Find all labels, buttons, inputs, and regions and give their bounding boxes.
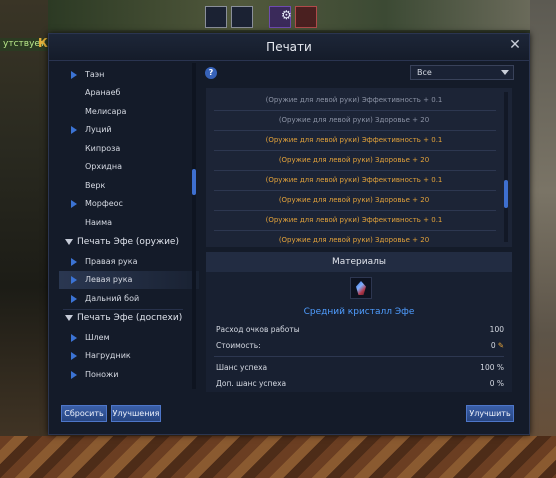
success-row: Шанс успеха 100 % — [216, 361, 504, 375]
triangle-bullet-icon — [71, 295, 77, 303]
list-item-label: Таэн — [85, 70, 105, 79]
filter-dropdown[interactable]: Все — [410, 65, 514, 80]
list-item-label: Верк — [85, 181, 106, 190]
list-item-label: Орхидна — [85, 162, 122, 171]
improve-button[interactable]: Улучшить — [466, 405, 514, 422]
effect-text: (Оружие для левой руки) Эффективность + … — [265, 96, 443, 104]
list-item-legs[interactable]: Поножи — [59, 366, 199, 384]
list-item-label: Мелисара — [85, 107, 127, 116]
cost-value-wrap: 0 ✎ — [491, 339, 504, 353]
cost-value: 0 — [490, 341, 496, 350]
effect-text: (Оружие для левой руки) Здоровье + 20 — [278, 236, 430, 244]
hotbar-slot-icon[interactable] — [231, 6, 253, 28]
list-item-label: Аранаеб — [85, 88, 121, 97]
chevron-down-icon — [501, 70, 509, 75]
side-letter: К — [38, 36, 48, 50]
category-armor-seal[interactable]: Печать Эфе (доспехи) — [59, 309, 199, 328]
list-item-chest[interactable]: Нагрудник — [59, 347, 199, 365]
effects-scrollbar-thumb[interactable] — [504, 180, 508, 208]
list-scrollbar[interactable] — [192, 63, 196, 389]
effect-text: (Оружие для левой руки) Эффективность + … — [265, 136, 443, 144]
work-points-row: Расход очков работы 100 — [216, 323, 504, 337]
triangle-bullet-icon — [71, 126, 77, 134]
triangle-bullet-icon — [71, 258, 77, 266]
effect-row: (Оружие для левой руки) Эффективность + … — [206, 210, 502, 230]
list-item-label: Нагрудник — [85, 351, 131, 360]
seal-list: Таэн Аранаеб Мелисара Луций Кипроза Орхи… — [59, 63, 199, 393]
list-item-label: Луций — [85, 125, 112, 134]
category-weapon-seal[interactable]: Печать Эфе (оружие) — [59, 233, 199, 252]
list-item-label: Левая рука — [85, 275, 133, 284]
work-points-value: 100 — [489, 325, 504, 334]
list-scrollbar-thumb[interactable] — [192, 169, 196, 195]
effect-row: (Оружие для левой руки) Здоровье + 20 — [206, 190, 502, 210]
effect-row: (Оружие для левой руки) Эффективность + … — [206, 130, 502, 150]
divider — [214, 356, 504, 357]
triangle-bullet-icon — [71, 200, 77, 208]
effect-row: (Оружие для левой руки) Здоровье + 20 — [206, 230, 502, 247]
effect-text: (Оружие для левой руки) Здоровье + 20 — [278, 116, 430, 124]
triangle-bullet-icon — [71, 334, 77, 342]
materials-panel: Материалы Средний кристалл Эфе Расход оч… — [206, 252, 512, 392]
seals-window: Печати ✕ Таэн Аранаеб Мелисара Луций Кип… — [48, 33, 530, 435]
category-label: Печать Эфе (доспехи) — [77, 313, 183, 323]
effect-text: (Оружие для левой руки) Здоровье + 20 — [278, 196, 430, 204]
triangle-bullet-icon — [71, 352, 77, 360]
game-background-left — [0, 0, 48, 478]
effect-text: (Оружие для левой руки) Здоровье + 20 — [278, 156, 430, 164]
bonus-row: Доп. шанс успеха 0 % — [216, 377, 504, 391]
effect-text: (Оружие для левой руки) Эффективность + … — [265, 216, 443, 224]
window-title: Печати — [49, 34, 529, 61]
list-item-label: Нaима — [85, 218, 113, 227]
chevron-down-icon — [65, 239, 73, 245]
effect-row: (Оружие для левой руки) Здоровье + 20 — [206, 150, 502, 170]
list-item-left-hand-selected[interactable]: Левая рука — [59, 271, 199, 289]
materials-header: Материалы — [206, 252, 512, 272]
triangle-bullet-icon — [71, 71, 77, 79]
effects-scrollbar[interactable] — [504, 92, 508, 242]
effects-list: (Оружие для левой руки) Эффективность + … — [206, 88, 512, 247]
material-name: Средний кристалл Эфе — [303, 307, 415, 317]
filter-dropdown-value: Все — [417, 68, 432, 77]
hotbar-slot-icon[interactable] — [295, 6, 317, 28]
success-value: 100 % — [480, 363, 504, 372]
help-icon[interactable]: ? — [205, 67, 217, 79]
close-icon[interactable]: ✕ — [507, 37, 523, 53]
bonus-label: Доп. шанс успеха — [216, 379, 287, 388]
upgrades-button[interactable]: Улучшения — [111, 405, 161, 422]
list-item-label: Морфеос — [85, 199, 123, 208]
hotbar-slot-icon[interactable] — [205, 6, 227, 28]
list-item-helmet[interactable]: Шлем — [59, 329, 199, 347]
list-item-label: Дальний бой — [85, 294, 140, 303]
gear-icon[interactable]: ⚙ — [281, 8, 292, 22]
category-label: Печать Эфе (оружие) — [77, 237, 179, 247]
hotbar-gap — [257, 6, 265, 28]
triangle-bullet-icon — [71, 371, 77, 379]
game-background-right — [530, 0, 556, 478]
game-background-floor — [0, 436, 556, 478]
crystal-icon[interactable] — [350, 277, 372, 299]
cost-label: Стоимость: — [216, 341, 261, 350]
bonus-value: 0 % — [489, 379, 504, 388]
success-label: Шанс успеха — [216, 363, 268, 372]
effect-row: (Оружие для левой руки) Эффективность + … — [206, 90, 502, 110]
list-item-label: Поножи — [85, 370, 119, 379]
effect-row: (Оружие для левой руки) Здоровье + 20 — [206, 110, 502, 130]
chevron-down-icon — [65, 315, 73, 321]
list-item-label: Правая рука — [85, 257, 138, 266]
triangle-bullet-icon — [71, 276, 77, 284]
list-item-ranged[interactable]: Дальний бой — [59, 290, 199, 308]
list-item-label: Кипроза — [85, 144, 121, 153]
effect-row: (Оружие для левой руки) Эффективность + … — [206, 170, 502, 190]
list-item-label: Шлем — [85, 333, 110, 342]
game-hotbar — [205, 6, 317, 28]
pencil-icon[interactable]: ✎ — [498, 341, 504, 350]
cost-row: Стоимость: 0 ✎ — [216, 339, 504, 353]
list-item-right-hand[interactable]: Правая рука — [59, 253, 199, 271]
work-points-label: Расход очков работы — [216, 325, 300, 334]
reset-button[interactable]: Сбросить — [61, 405, 107, 422]
effect-text: (Оружие для левой руки) Эффективность + … — [265, 176, 443, 184]
